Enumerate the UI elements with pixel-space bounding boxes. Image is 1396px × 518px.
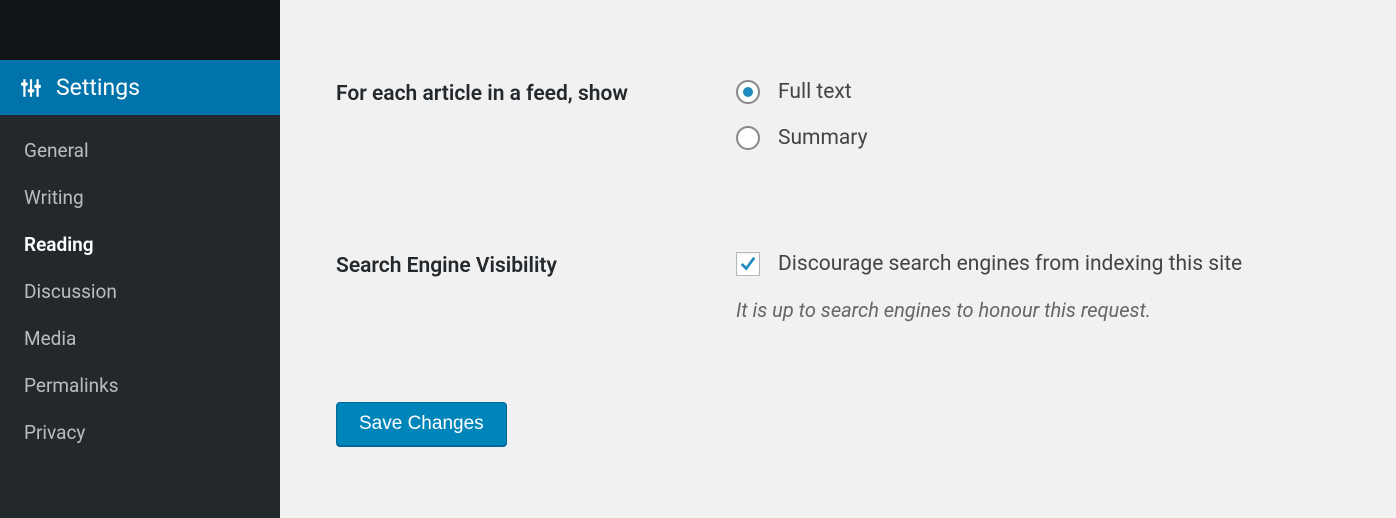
radio-label: Full text	[778, 80, 852, 104]
radio-input[interactable]	[736, 80, 760, 104]
radio-input[interactable]	[736, 126, 760, 150]
sidebar-section-label: Settings	[56, 74, 140, 101]
radio-option-summary[interactable]: Summary	[736, 126, 1340, 150]
sidebar-items: General Writing Reading Discussion Media…	[0, 115, 280, 456]
sidebar-item-label: Privacy	[24, 421, 85, 444]
sidebar-item-label: Writing	[24, 186, 84, 209]
row-field-sev: Discourage search engines from indexing …	[736, 252, 1340, 322]
radio-label: Summary	[778, 126, 868, 150]
sidebar-item-reading[interactable]: Reading	[0, 221, 280, 268]
row-feed-article: For each article in a feed, show Full te…	[336, 80, 1340, 172]
submit-row: Save Changes	[336, 402, 1340, 446]
radio-option-full-text[interactable]: Full text	[736, 80, 1340, 104]
sidebar-item-privacy[interactable]: Privacy	[0, 409, 280, 456]
check-icon	[739, 255, 757, 273]
sidebar-item-label: Permalinks	[24, 374, 119, 397]
sidebar-item-writing[interactable]: Writing	[0, 174, 280, 221]
settings-main: For each article in a feed, show Full te…	[280, 0, 1396, 518]
row-label-feed: For each article in a feed, show	[336, 80, 736, 106]
sidebar-item-label: Discussion	[24, 280, 117, 303]
sidebar-section-settings[interactable]: Settings	[0, 60, 280, 115]
checkbox-input[interactable]	[736, 252, 760, 276]
sidebar-item-general[interactable]: General	[0, 127, 280, 174]
sidebar-item-label: Media	[24, 327, 76, 350]
sev-description: It is up to search engines to honour thi…	[736, 298, 1340, 322]
save-changes-button[interactable]: Save Changes	[336, 402, 507, 446]
checkbox-label: Discourage search engines from indexing …	[778, 252, 1242, 276]
sidebar-top-spacer	[0, 0, 280, 60]
button-label: Save Changes	[359, 413, 484, 434]
sidebar-item-label: General	[24, 139, 89, 162]
sliders-icon	[20, 77, 42, 99]
sidebar-item-discussion[interactable]: Discussion	[0, 268, 280, 315]
app-root: Settings General Writing Reading Discuss…	[0, 0, 1396, 518]
sidebar-item-permalinks[interactable]: Permalinks	[0, 362, 280, 409]
row-label-sev: Search Engine Visibility	[336, 252, 736, 278]
row-search-engine-visibility: Search Engine Visibility Discourage sear…	[336, 252, 1340, 322]
sidebar-item-media[interactable]: Media	[0, 315, 280, 362]
checkbox-option-discourage[interactable]: Discourage search engines from indexing …	[736, 252, 1340, 276]
admin-sidebar: Settings General Writing Reading Discuss…	[0, 0, 280, 518]
sidebar-item-label: Reading	[24, 233, 94, 256]
row-field-feed: Full text Summary	[736, 80, 1340, 172]
